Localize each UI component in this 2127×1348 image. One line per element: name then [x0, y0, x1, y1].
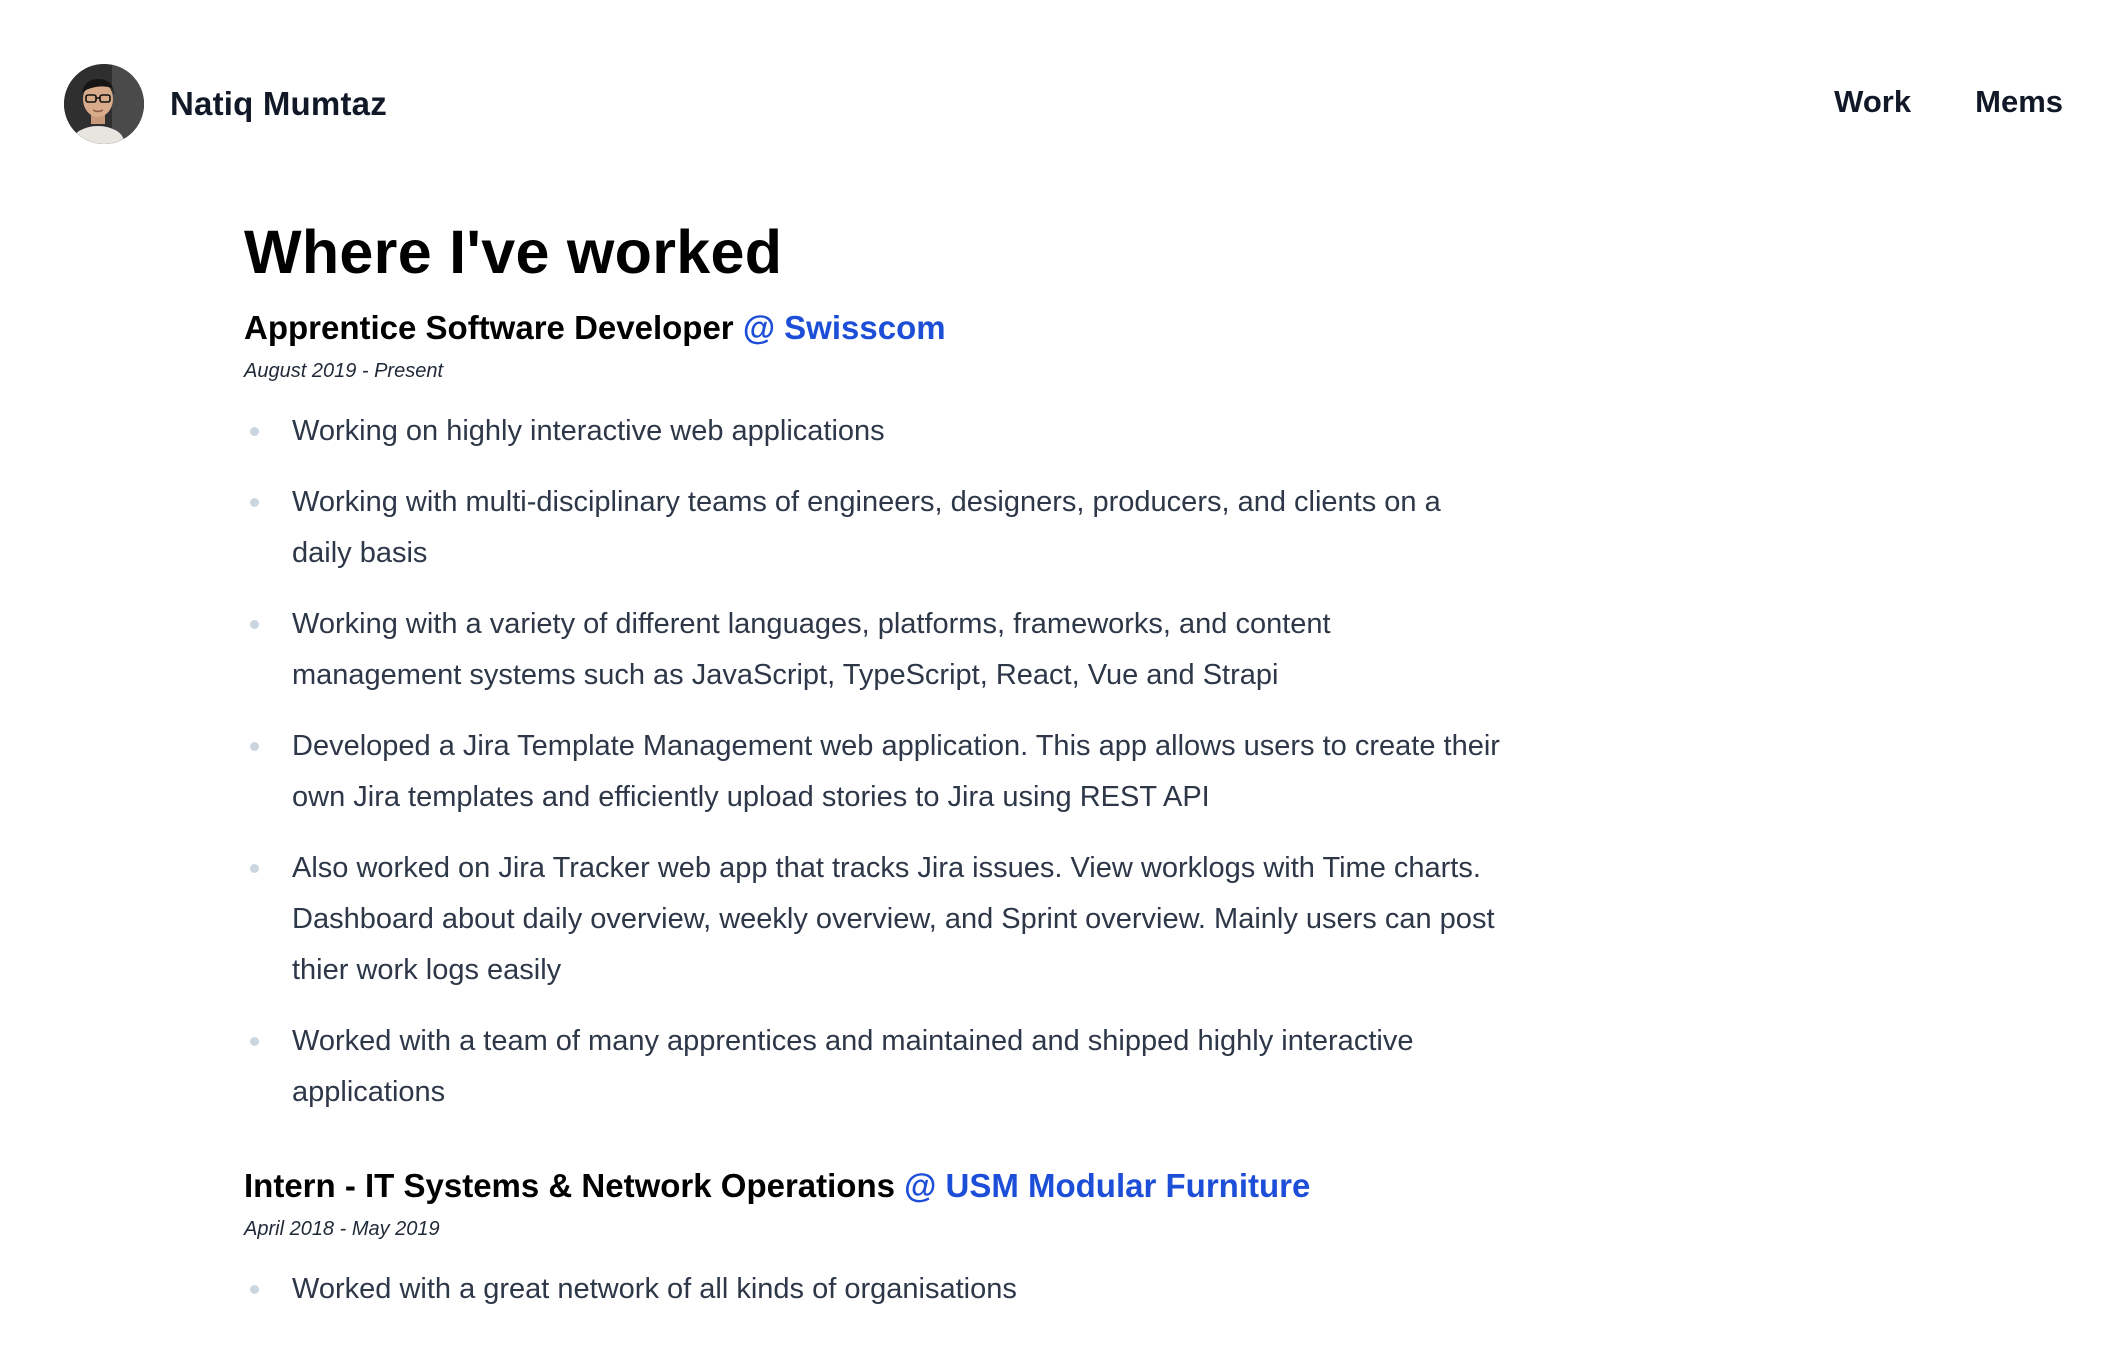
- main-nav: Work Mems: [1834, 84, 2063, 120]
- duty-item: Worked with a team of many apprentices a…: [244, 1016, 1504, 1118]
- avatar: [64, 64, 144, 144]
- job-dates: April 2018 - May 2019: [244, 1218, 440, 1240]
- duty-item: Working with multi-disciplinary teams of…: [244, 477, 1504, 579]
- nav-mems-link[interactable]: Mems: [1975, 84, 2063, 120]
- duty-text: Worked with a team of many apprentices a…: [292, 1025, 1414, 1108]
- work-section: Where I've worked Apprentice Software De…: [244, 212, 1504, 1335]
- duty-text: Working with a variety of different lang…: [292, 608, 1331, 691]
- duty-item: Working on highly interactive web applic…: [244, 406, 1504, 457]
- page: Natiq Mumtaz Work Mems Where I've worked…: [0, 0, 2127, 1348]
- site-header: Natiq Mumtaz Work Mems: [0, 0, 2127, 210]
- bullet-icon: [250, 864, 259, 873]
- company-link[interactable]: @ Swisscom: [743, 309, 946, 346]
- bullet-icon: [250, 427, 259, 436]
- duties-list: Working on highly interactive web applic…: [244, 406, 1504, 1118]
- duty-item: Developed a Jira Template Management web…: [244, 721, 1504, 823]
- duty-text: Also worked on Jira Tracker web app that…: [292, 852, 1495, 986]
- bullet-icon: [250, 742, 259, 751]
- bullet-icon: [250, 498, 259, 507]
- bullet-icon: [250, 620, 259, 629]
- job-role: Intern - IT Systems & Network Operations: [244, 1167, 895, 1204]
- job-entry: Apprentice Software Developer @ Swisscom…: [244, 306, 1504, 1118]
- site-owner-name: Natiq Mumtaz: [170, 85, 387, 122]
- duty-text: Working with multi-disciplinary teams of…: [292, 486, 1441, 569]
- duty-item: Working with a variety of different lang…: [244, 599, 1504, 701]
- bullet-icon: [250, 1037, 259, 1046]
- job-title: Apprentice Software Developer @ Swisscom: [244, 306, 1504, 350]
- section-title: Where I've worked: [244, 218, 783, 286]
- duty-text: Working on highly interactive web applic…: [292, 415, 885, 447]
- company-link[interactable]: @ USM Modular Furniture: [904, 1167, 1310, 1204]
- duty-text: Developed a Jira Template Management web…: [292, 730, 1500, 813]
- nav-work-link[interactable]: Work: [1834, 84, 1911, 120]
- duty-item: Worked with a great network of all kinds…: [244, 1264, 1504, 1315]
- duty-item: Also worked on Jira Tracker web app that…: [244, 843, 1504, 996]
- job-dates: August 2019 - Present: [244, 360, 444, 382]
- home-link[interactable]: Natiq Mumtaz: [64, 64, 387, 144]
- job-entry: Intern - IT Systems & Network Operations…: [244, 1164, 1504, 1315]
- job-role: Apprentice Software Developer: [244, 309, 734, 346]
- avatar-photo: [64, 64, 144, 144]
- duties-list: Worked with a great network of all kinds…: [244, 1264, 1504, 1315]
- duty-text: Worked with a great network of all kinds…: [292, 1273, 1017, 1305]
- bullet-icon: [250, 1285, 259, 1294]
- job-title: Intern - IT Systems & Network Operations…: [244, 1164, 1504, 1208]
